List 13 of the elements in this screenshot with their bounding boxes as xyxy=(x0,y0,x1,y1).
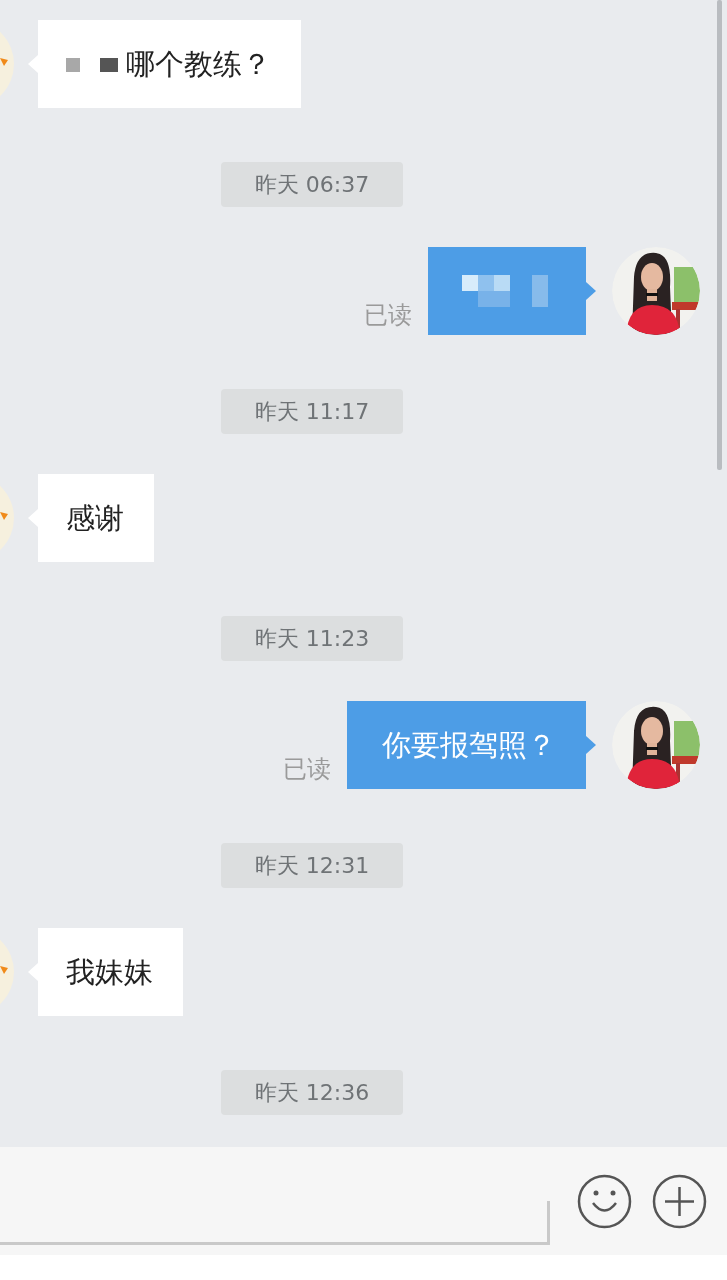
read-status: 已读 xyxy=(364,300,412,331)
bubble-tail xyxy=(586,736,596,754)
emoji-icon[interactable] xyxy=(577,1173,632,1229)
timestamp: 昨天 12:36 xyxy=(221,1070,403,1115)
read-status: 已读 xyxy=(283,754,331,785)
scrollbar[interactable] xyxy=(717,0,722,470)
timestamp: 昨天 11:23 xyxy=(221,616,403,661)
input-field[interactable] xyxy=(0,1201,550,1245)
plus-icon[interactable] xyxy=(652,1173,707,1229)
timestamp: 昨天 11:17 xyxy=(221,389,403,434)
timestamp: 昨天 06:37 xyxy=(221,162,403,207)
input-bar[interactable] xyxy=(0,1147,727,1255)
timestamp: 昨天 12:31 xyxy=(221,843,403,888)
